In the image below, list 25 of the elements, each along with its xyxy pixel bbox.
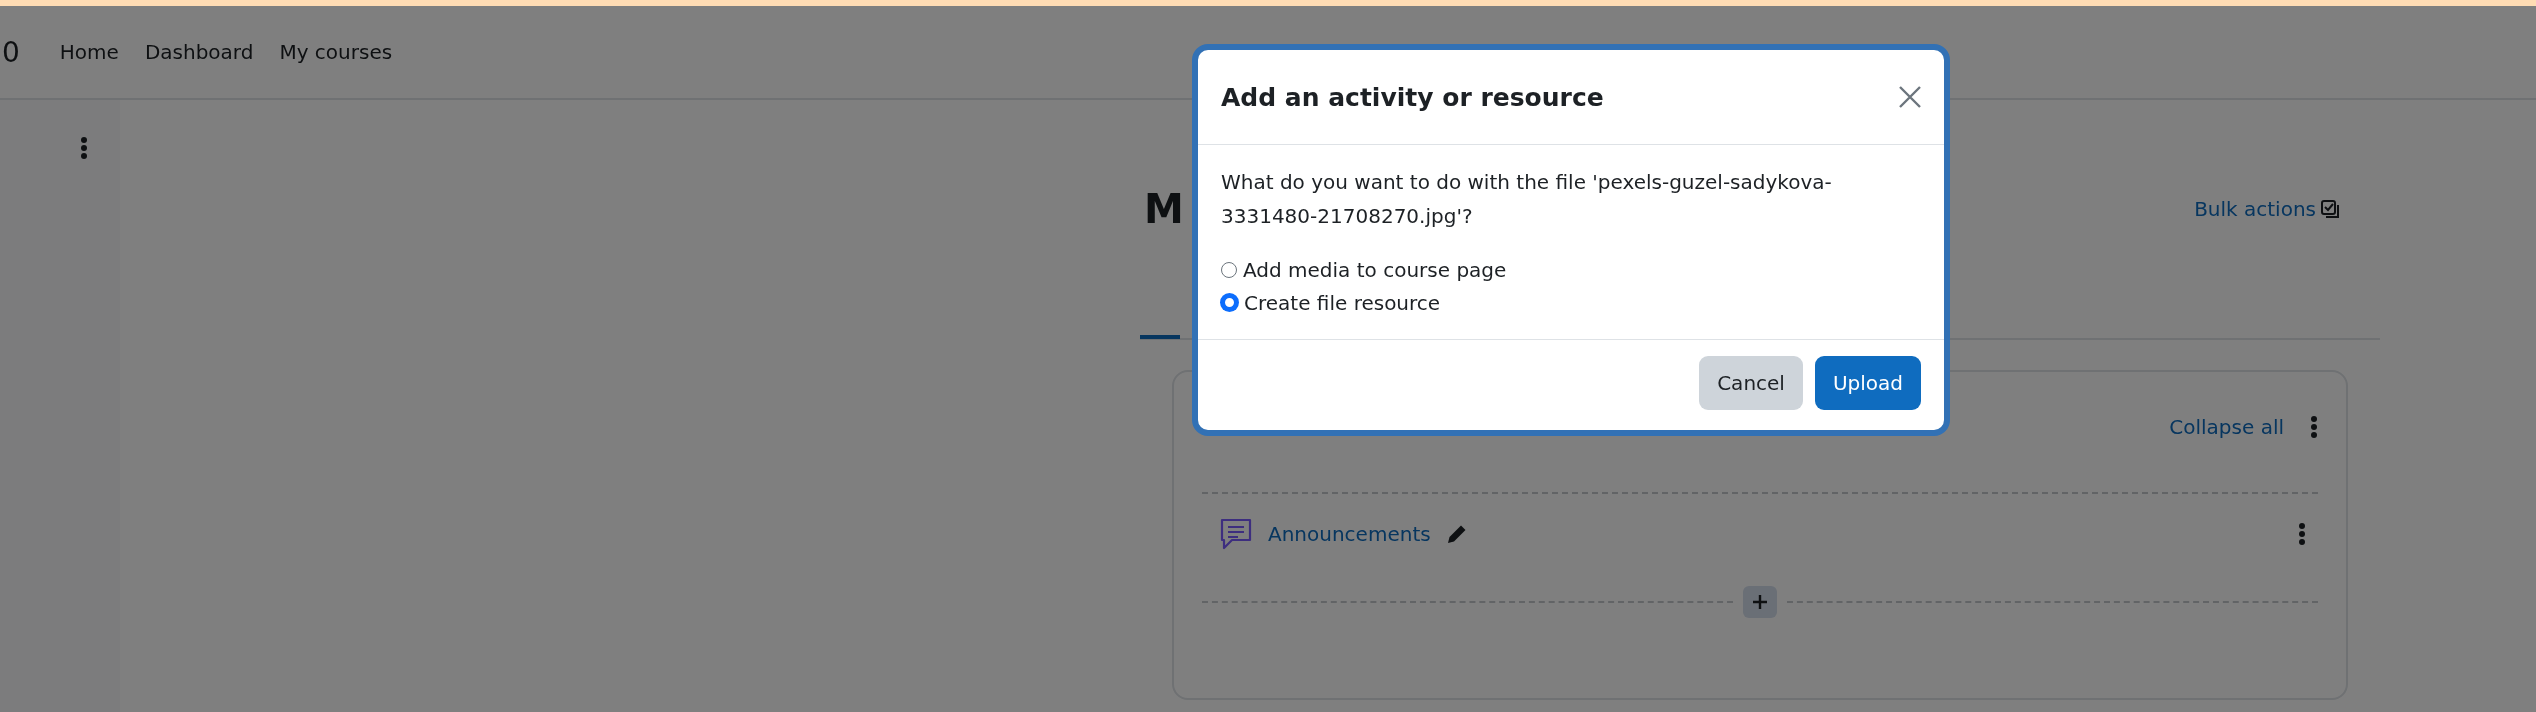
- forum-icon: [1218, 516, 1254, 552]
- dialog-title: Add an activity or resource: [1221, 82, 1604, 112]
- nav-link[interactable]: Home: [59, 40, 119, 64]
- radio-button[interactable]: [1221, 261, 1237, 278]
- dialog-message: What do you want to do with the file 'pexels-guzel-sadykova-3331480-21708270.jpg'?: [1221, 169, 1833, 230]
- active-tab-indicator: [1140, 335, 1180, 339]
- site-name[interactable]: 0: [2, 35, 20, 69]
- more-icon[interactable]: [2298, 522, 2306, 546]
- collapse-all-link[interactable]: Collapse all: [2169, 415, 2284, 439]
- radio-button[interactable]: [1221, 294, 1238, 311]
- more-icon[interactable]: [2310, 415, 2318, 439]
- add-button[interactable]: [1743, 586, 1777, 618]
- nav-link[interactable]: Dashboard: [144, 40, 254, 64]
- upload-button[interactable]: Upload: [1814, 356, 1921, 410]
- option-label[interactable]: Create file resource: [1244, 290, 1441, 315]
- nav-link[interactable]: My courses: [279, 40, 393, 64]
- bulk-actions-link[interactable]: Bulk actions: [2194, 197, 2340, 221]
- plus-icon: [1752, 594, 1768, 610]
- page-heading: M: [1144, 186, 1184, 232]
- activity-link[interactable]: Announcements: [1268, 522, 1431, 546]
- option-label[interactable]: Add media to course page: [1243, 257, 1507, 282]
- close-icon: [1898, 85, 1922, 109]
- cancel-button[interactable]: Cancel: [1699, 356, 1803, 410]
- edit-icon: [2320, 199, 2340, 219]
- more-icon[interactable]: [80, 136, 88, 160]
